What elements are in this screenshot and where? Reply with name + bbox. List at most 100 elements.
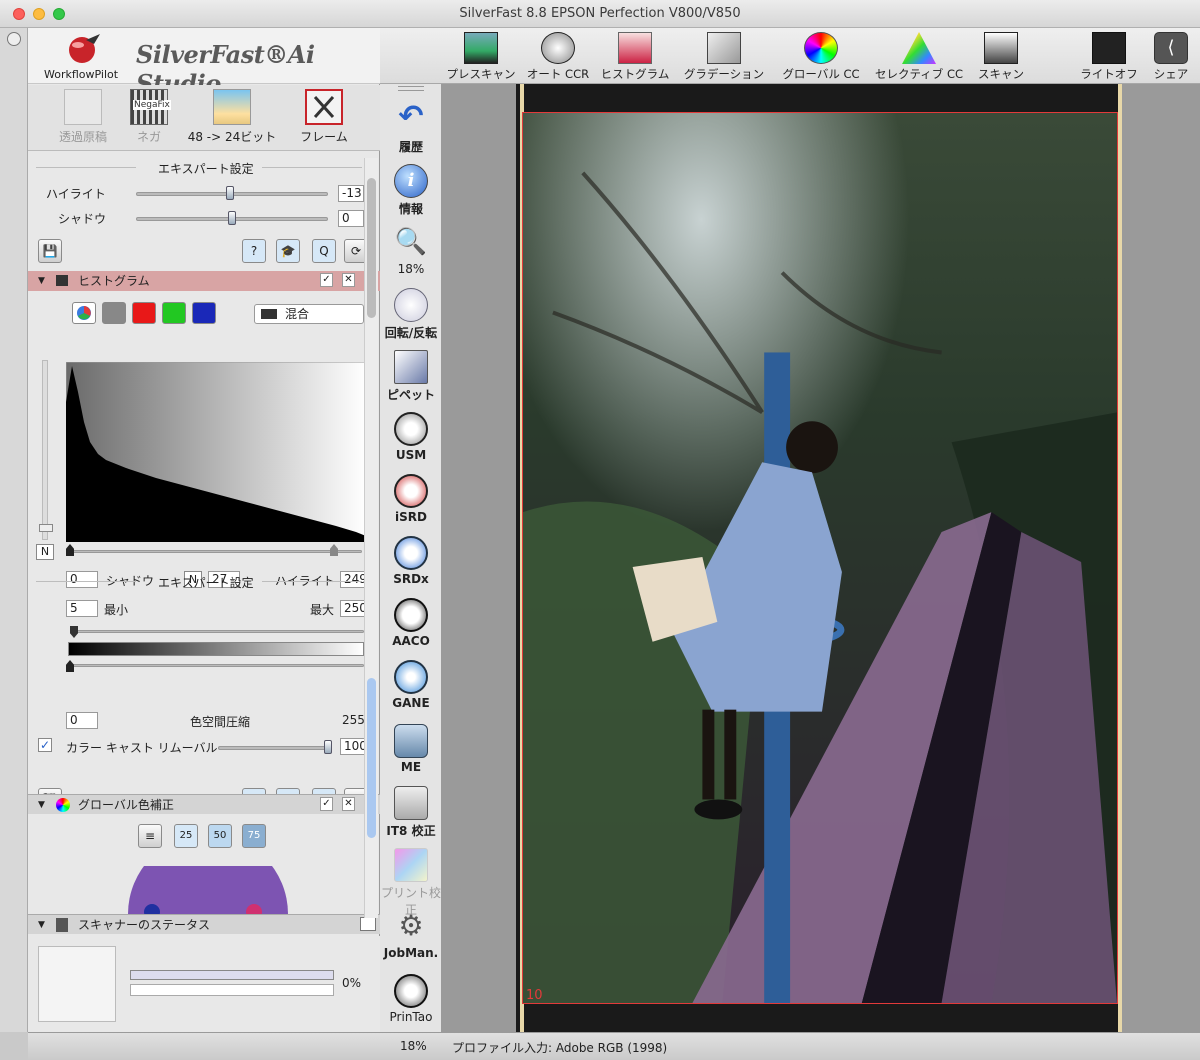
histogram-mode-select[interactable]: 混合 bbox=[254, 304, 364, 324]
step-75-button[interactable]: 75 bbox=[242, 824, 266, 848]
gamut-low-field[interactable]: 0 bbox=[66, 712, 98, 729]
tool-printao[interactable]: PrinTao bbox=[380, 974, 442, 1024]
red-channel-button[interactable] bbox=[132, 302, 156, 324]
collapse-triangle-icon[interactable]: ▼ bbox=[38, 795, 45, 815]
tool-rotate[interactable]: 回転/反転 bbox=[380, 288, 442, 341]
tool-zoom[interactable]: 🔍 18% bbox=[380, 226, 442, 276]
mode-transparency[interactable]: 透過原稿 bbox=[58, 89, 108, 145]
color-cast-value-field[interactable]: 100 bbox=[340, 738, 367, 755]
blue-channel-button[interactable] bbox=[192, 302, 216, 324]
scrollbar-thumb-top[interactable] bbox=[367, 178, 376, 318]
collapse-triangle-icon[interactable]: ▼ bbox=[38, 271, 45, 291]
gamut-slider[interactable] bbox=[70, 664, 364, 667]
toolbar-auto-ccr[interactable]: オート CCR bbox=[520, 32, 596, 82]
min-value-field[interactable]: 5 bbox=[66, 600, 98, 617]
section-close-icon[interactable]: ✕ bbox=[342, 273, 355, 287]
toolbar-gradation[interactable]: グラデーション bbox=[674, 32, 774, 82]
tool-print-calibration[interactable]: プリント校正 bbox=[380, 848, 442, 918]
toolbar-histogram[interactable]: ヒストグラム bbox=[596, 32, 674, 82]
printao-icon bbox=[394, 974, 428, 1008]
workflow-pilot-icon[interactable] bbox=[64, 32, 104, 66]
shadow-slider-thumb[interactable] bbox=[228, 211, 236, 225]
tool-jobman[interactable]: ⚙ JobMan. bbox=[380, 910, 442, 961]
tool-aaco[interactable]: AACO bbox=[380, 598, 442, 648]
mode-bitdepth-label: 48 -> 24ビット bbox=[187, 130, 277, 144]
tool-usm[interactable]: USM bbox=[380, 412, 442, 462]
tool-info[interactable]: i 情報 bbox=[380, 164, 442, 217]
min-thumb[interactable] bbox=[70, 626, 78, 638]
preview-area[interactable]: 10 bbox=[442, 84, 1200, 1032]
toolbar-share[interactable]: ⟨ シェア bbox=[1146, 32, 1196, 82]
histogram-section-header[interactable]: ▼ ヒストグラム ✓ ✕ bbox=[28, 271, 380, 291]
toolbar-global-cc[interactable]: グローバル CC bbox=[776, 32, 866, 82]
isrd-icon bbox=[394, 474, 428, 508]
scrollbar-thumb[interactable] bbox=[367, 678, 376, 838]
tool-jobman-label: JobMan. bbox=[383, 946, 439, 960]
step-25-button[interactable]: 25 bbox=[174, 824, 198, 848]
left-panel-scrollbar[interactable] bbox=[364, 158, 378, 918]
shadow-value-field[interactable]: 0 bbox=[338, 210, 364, 227]
panel-toggle-icon[interactable] bbox=[7, 32, 21, 46]
min-max-slider[interactable] bbox=[70, 630, 364, 633]
tool-srdx[interactable]: SRDx bbox=[380, 536, 442, 586]
color-wheel-preview[interactable] bbox=[118, 866, 298, 914]
normalize-button[interactable]: N bbox=[36, 544, 54, 560]
left-panel: WorkflowPilot SilverFast®Ai Studio 透過原稿 … bbox=[28, 28, 380, 1032]
status-bar: 18% プロファイル入力: Adobe RGB (1998) bbox=[28, 1032, 1200, 1060]
scan-icon bbox=[984, 32, 1018, 64]
tool-pipette[interactable]: ピペット bbox=[380, 350, 442, 403]
transparency-icon bbox=[64, 89, 102, 125]
section-close-icon[interactable]: ✕ bbox=[342, 797, 355, 811]
tool-gane[interactable]: GANE bbox=[380, 660, 442, 710]
scanner-status-title: スキャナーのステータス bbox=[78, 918, 211, 932]
shadow-marker-thumb[interactable] bbox=[66, 544, 74, 556]
scanner-status-header[interactable]: ▼ スキャナーのステータス bbox=[28, 914, 380, 934]
gamut-thumb[interactable] bbox=[66, 660, 74, 672]
hist-shadow-field[interactable]: 0 bbox=[66, 571, 98, 588]
status-profile: プロファイル入力: Adobe RGB (1998) bbox=[452, 1041, 668, 1055]
side-toolbar: ↶ 履歴 i 情報 🔍 18% 回転/反転 ピペット USM iSRD SRDx… bbox=[380, 84, 442, 1032]
tool-it8[interactable]: IT8 校正 bbox=[380, 786, 442, 839]
global-cc-section-header[interactable]: ▼ グローバル色補正 ✓ ✕ bbox=[28, 794, 380, 814]
highlight-marker-thumb[interactable] bbox=[330, 544, 338, 556]
mode-bitdepth[interactable]: 48 -> 24ビット bbox=[180, 89, 284, 145]
tool-me[interactable]: ME bbox=[380, 724, 442, 774]
tool-isrd[interactable]: iSRD bbox=[380, 474, 442, 524]
color-cast-thumb[interactable] bbox=[324, 740, 332, 754]
toolbar-light-off[interactable]: ライトオフ bbox=[1074, 32, 1144, 82]
step-50-button[interactable]: 50 bbox=[208, 824, 232, 848]
color-cast-checkbox[interactable]: ✓ bbox=[38, 738, 52, 752]
gray-channel-button[interactable] bbox=[102, 302, 126, 324]
toolbar-prescan[interactable]: プレスキャン bbox=[442, 32, 520, 82]
list-mode-button[interactable]: ≡ bbox=[138, 824, 162, 848]
collapse-triangle-icon[interactable]: ▼ bbox=[38, 915, 45, 935]
highlight-slider-thumb[interactable] bbox=[226, 186, 235, 200]
help-button[interactable]: ? bbox=[242, 239, 266, 263]
histogram-range-slider[interactable] bbox=[70, 550, 362, 553]
all-channels-button[interactable] bbox=[72, 302, 96, 324]
tool-history[interactable]: ↶ 履歴 bbox=[380, 102, 442, 155]
histogram-vertical-slider[interactable] bbox=[42, 360, 48, 540]
save-button[interactable]: 💾 bbox=[38, 239, 62, 263]
light-off-icon bbox=[1092, 32, 1126, 64]
vertical-slider-thumb[interactable] bbox=[39, 524, 53, 532]
preview-image[interactable] bbox=[522, 112, 1118, 1004]
quicktime-button[interactable]: Q bbox=[312, 239, 336, 263]
max-value-field[interactable]: 250 bbox=[340, 600, 367, 617]
left-edge-strip bbox=[0, 28, 28, 1032]
scanner-status-panel: 0% bbox=[28, 936, 380, 1032]
mode-frame[interactable]: フレーム bbox=[298, 89, 350, 145]
detach-window-icon[interactable] bbox=[360, 917, 376, 931]
highlight-value-field[interactable]: -13 bbox=[338, 185, 364, 202]
mode-negative[interactable]: NegaFix ネガ bbox=[124, 89, 174, 145]
section-check-icon[interactable]: ✓ bbox=[320, 273, 333, 287]
green-channel-button[interactable] bbox=[162, 302, 186, 324]
toolbar-scan[interactable]: スキャン bbox=[970, 32, 1032, 82]
tool-isrd-label: iSRD bbox=[395, 510, 427, 524]
color-cast-slider[interactable] bbox=[218, 746, 330, 750]
toolbar-selective-cc[interactable]: セレクティブ CC bbox=[870, 32, 968, 82]
hist-highlight-field[interactable]: 249 bbox=[340, 571, 367, 588]
gradation-icon bbox=[707, 32, 741, 64]
section-check-icon[interactable]: ✓ bbox=[320, 797, 333, 811]
expert-cap-button[interactable]: 🎓 bbox=[276, 239, 300, 263]
